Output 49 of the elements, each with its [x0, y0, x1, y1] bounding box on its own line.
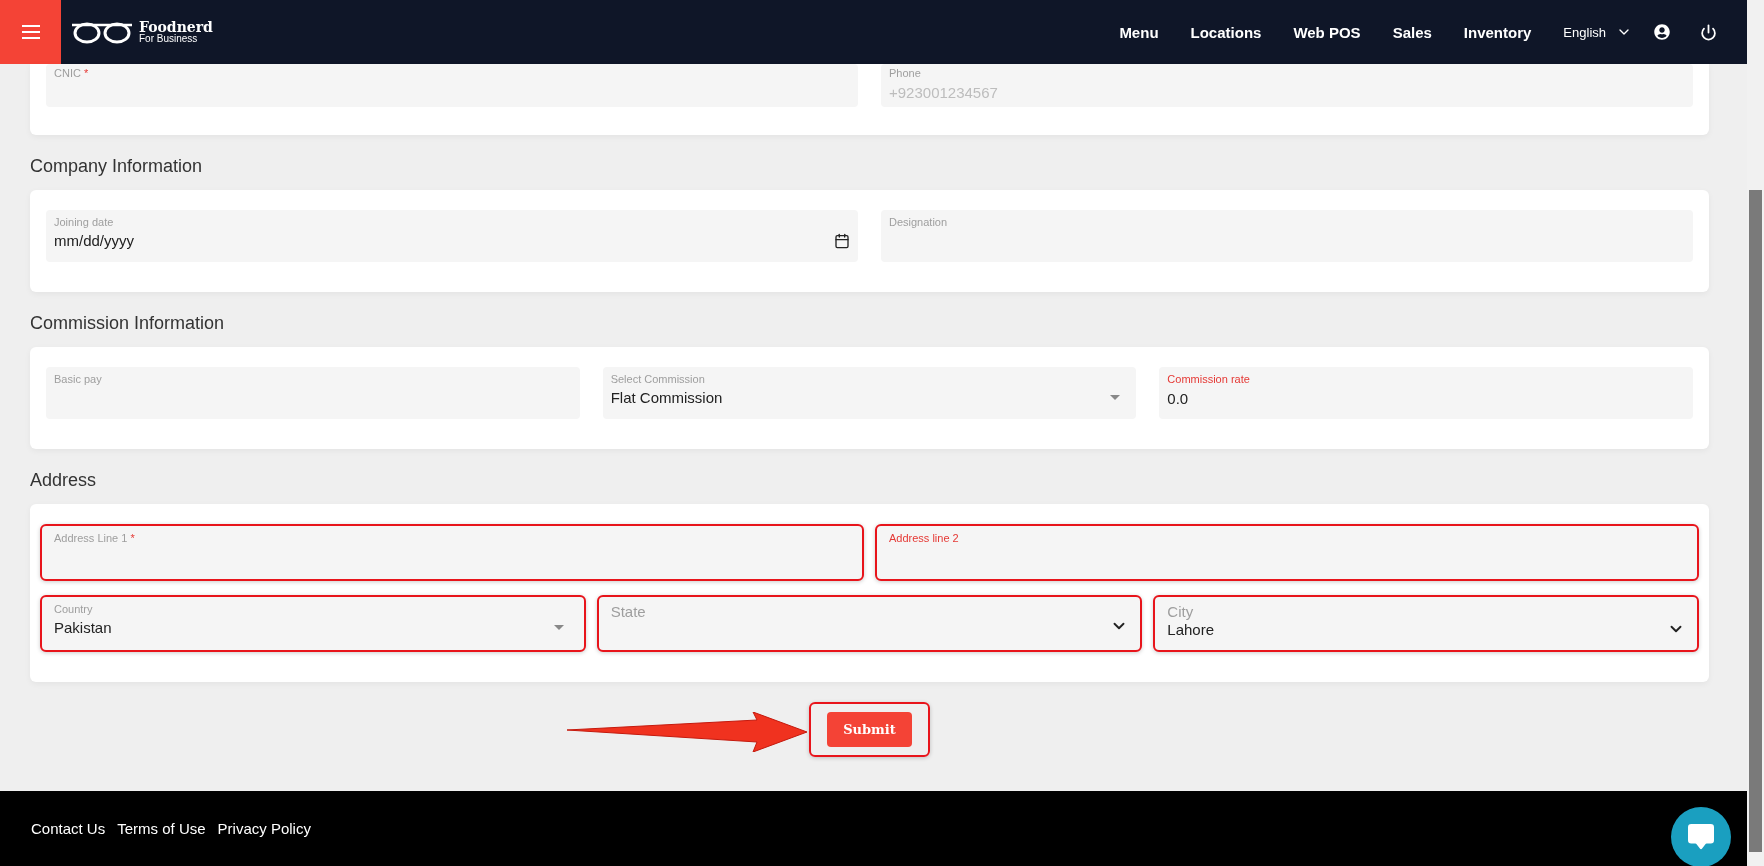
section-title: Company Information — [30, 155, 204, 178]
glasses-icon — [71, 20, 133, 44]
user-icon[interactable] — [1654, 24, 1670, 40]
menu-icon — [21, 25, 40, 39]
input-field[interactable]: Commission rate 0.0 — [1159, 367, 1693, 419]
nav-link[interactable]: Inventory — [1463, 23, 1532, 41]
footer-link[interactable]: Privacy Policy — [217, 820, 311, 837]
select-field[interactable]: City Lahore — [1153, 595, 1699, 652]
nav-link[interactable]: Sales — [1392, 23, 1432, 41]
field-label: Country — [54, 603, 94, 616]
caret-icon — [553, 625, 564, 630]
required-mark: * — [130, 532, 135, 544]
input-field[interactable]: CNIC * — [46, 64, 858, 107]
section-title: Address — [30, 469, 98, 492]
caret-icon — [1110, 395, 1121, 400]
submit-button[interactable]: Submit — [827, 712, 912, 747]
required-mark: * — [83, 67, 89, 79]
field-label: Basic pay — [54, 373, 103, 386]
input-field[interactable]: Address Line 1 * — [40, 524, 864, 581]
field-label: State — [610, 603, 647, 620]
field-label: Address Line 1 * — [54, 532, 136, 545]
footer-link[interactable]: Contact Us — [31, 820, 106, 837]
field-label: Joining date — [54, 216, 115, 229]
language-select[interactable]: English — [1563, 24, 1632, 40]
field-label: Select Commission — [610, 373, 706, 386]
brand-tagline: For Business — [139, 34, 199, 44]
select-field[interactable]: Country Pakistan — [40, 595, 586, 652]
chat-icon — [1688, 824, 1714, 850]
section-title: Commission Information — [30, 312, 226, 335]
text-input[interactable]: 0.0 — [1167, 386, 1685, 407]
nav-link[interactable]: Web POS — [1293, 23, 1361, 41]
field-label: Commission rate — [1167, 373, 1251, 386]
calendar-icon[interactable] — [834, 232, 850, 249]
select-field[interactable]: Select Commission Flat Commission — [602, 367, 1137, 419]
text-input[interactable]: +923001234567 — [889, 80, 1685, 101]
field-label: CNIC * — [54, 67, 90, 80]
field-label: City — [1167, 603, 1195, 620]
power-icon[interactable] — [1700, 23, 1717, 41]
field-label: Address line 2 — [889, 532, 960, 545]
menu-button[interactable] — [0, 0, 61, 64]
field-label: Phone — [889, 67, 922, 80]
date-field[interactable]: Joining date mm/dd/yyyy — [46, 210, 858, 262]
chat-button[interactable] — [1671, 807, 1731, 866]
nav-link[interactable]: Menu — [1119, 23, 1159, 41]
footer-link[interactable]: Terms of Use — [117, 820, 206, 837]
input-field[interactable]: Address line 2 — [875, 524, 1699, 581]
nav-link[interactable]: Locations — [1190, 23, 1262, 41]
field-label: Designation — [889, 216, 949, 229]
brand-name: Foodnerd — [139, 20, 213, 34]
